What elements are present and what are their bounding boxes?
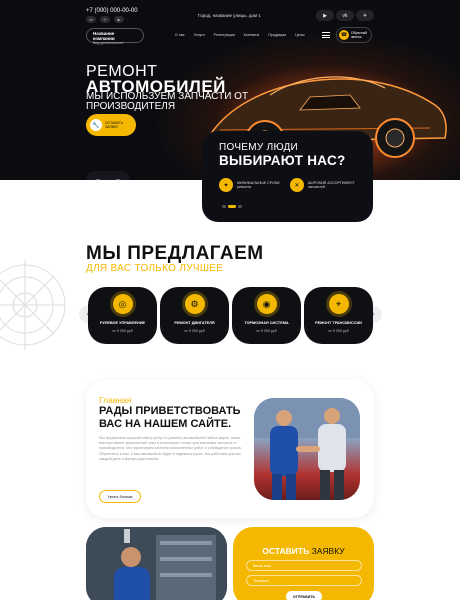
- why-us-card: ПОЧЕМУ ЛЮДИ ВЫБИРАЮТ НАС? ✦ МИНИМАЛЬНЫЕ …: [202, 131, 373, 222]
- gear-background-image: [0, 260, 66, 350]
- slider-dot[interactable]: [222, 205, 226, 208]
- service-name: ТОРМОЗНАЯ СИСТЕМА: [244, 321, 289, 325]
- why-feature: ✕ ШИРОКИЙ АССОРТИМЕНТ запчастей: [290, 178, 355, 192]
- why-title-2: ВЫБИРАЮТ НАС?: [219, 153, 346, 168]
- service-card[interactable]: ◉ ТОРМОЗНАЯ СИСТЕМА от 9 000 руб: [232, 287, 301, 344]
- slider-dots: [222, 205, 242, 208]
- vk-icon[interactable]: vk: [336, 10, 354, 21]
- brake-icon: ◉: [256, 294, 277, 314]
- slider-dot[interactable]: [238, 205, 242, 208]
- service-price: от 9 000 руб: [184, 329, 205, 333]
- submit-button[interactable]: ОТПРАВИТЬ: [286, 591, 322, 600]
- hero-slider-arrows: ← →: [86, 171, 130, 180]
- arrow-left-icon[interactable]: ←: [95, 176, 102, 181]
- youtube-icon[interactable]: ▶: [316, 10, 334, 21]
- service-name: РЕМОНТ ТРАНСМИССИИ: [315, 321, 362, 325]
- header-address: Город, название улицы, дом 1: [198, 13, 261, 18]
- company-name: Название компании: [93, 31, 115, 41]
- nav-item-about[interactable]: О нас: [175, 33, 185, 37]
- phone-input[interactable]: Телефон: [246, 575, 362, 586]
- mechanics-handshake-photo: [254, 398, 360, 500]
- nav-item-services[interactable]: Услуги: [194, 33, 205, 37]
- youtube-icon[interactable]: ▶: [114, 16, 124, 23]
- company-logo[interactable]: Название компании Вид деятельности: [86, 28, 144, 45]
- warehouse-mechanic-photo: [86, 527, 227, 600]
- service-price: от 9 000 руб: [112, 329, 133, 333]
- slider-dot-active[interactable]: [228, 205, 236, 208]
- company-subtitle: Вид деятельности: [93, 41, 124, 45]
- social-icons: vk ✈ ▶: [86, 16, 124, 23]
- steering-icon: ◎: [112, 294, 133, 314]
- hero-subtitle: МЫ ИСПОЛЬЗУЕМ ЗАПЧАСТИ ОТ ПРОИЗВОДИТЕЛЯ: [86, 91, 249, 112]
- why-feature-sub: ремонта: [237, 185, 252, 189]
- service-card[interactable]: ◎ РУЛЕВОЕ УПРАВЛЕНИЕ от 9 000 руб: [88, 287, 157, 344]
- transmission-icon: ⌖: [328, 294, 349, 314]
- callback-button[interactable]: ☎ Обратный звонок: [336, 27, 372, 43]
- service-price: от 9 000 руб: [256, 329, 277, 333]
- wrench-icon: ✦: [219, 178, 233, 192]
- engine-icon: ⚙: [184, 294, 205, 314]
- service-name: РУЛЕВОЕ УПРАВЛЕНИЕ: [100, 321, 145, 325]
- header-phone[interactable]: +7 (000) 000-00-00: [86, 8, 138, 14]
- breadcrumb[interactable]: Главная: [99, 395, 131, 405]
- offers-subtitle: ДЛЯ ВАС ТОЛЬКО ЛУЧШЕЕ: [86, 263, 224, 274]
- telegram-icon[interactable]: ✈: [356, 10, 374, 21]
- tools-icon: ✕: [290, 178, 304, 192]
- nav-item-prices[interactable]: Цены: [295, 33, 304, 37]
- nav-item-registration[interactable]: Регистрация: [214, 33, 235, 37]
- name-input[interactable]: Ваше имя: [246, 560, 362, 571]
- callback-label-2: звонок: [351, 35, 362, 39]
- telegram-icon[interactable]: ✈: [100, 16, 110, 23]
- main-nav: О нас Услуги Регистрация Контакты Продук…: [175, 33, 304, 37]
- why-title-1: ПОЧЕМУ ЛЮДИ: [219, 142, 299, 153]
- service-card[interactable]: ⚙ РЕМОНТ ДВИГАТЕЛЯ от 9 000 руб: [160, 287, 229, 344]
- nav-item-products[interactable]: Продукция: [268, 33, 286, 37]
- wrench-icon: 🔧: [90, 119, 102, 131]
- nav-item-contacts[interactable]: Контакты: [244, 33, 260, 37]
- form-title-light: ЗАЯВКУ: [311, 546, 345, 556]
- service-card[interactable]: ⌖ РЕМОНТ ТРАНСМИССИИ от 9 000 руб: [304, 287, 373, 344]
- learn-more-button[interactable]: Узнать больше: [99, 490, 141, 503]
- phone-icon: ☎: [339, 30, 349, 40]
- offers-title: МЫ ПРЕДЛАГАЕМ: [86, 243, 264, 264]
- mechanics-illustration: [254, 398, 360, 500]
- warehouse-illustration: [86, 527, 227, 600]
- why-feature: ✦ МИНИМАЛЬНЫЕ СРОКИ ремонта: [219, 178, 280, 192]
- menu-icon[interactable]: [322, 32, 330, 38]
- cta-label-2: ЗАЯВКУ: [105, 125, 119, 129]
- why-feature-sub: запчастей: [308, 185, 325, 189]
- service-name: РЕМОНТ ДВИГАТЕЛЯ: [174, 321, 215, 325]
- form-title: ОСТАВИТЬ ЗАЯВКУ: [233, 546, 374, 556]
- form-title-bold: ОСТАВИТЬ: [262, 546, 310, 556]
- vk-icon[interactable]: vk: [86, 16, 96, 23]
- service-price: от 9 000 руб: [328, 329, 349, 333]
- welcome-body: Мы предлагаем широкий спектр услуг по ре…: [99, 436, 242, 461]
- hero-cta-button[interactable]: 🔧 ОСТАВИТЬ ЗАЯВКУ: [86, 114, 136, 136]
- arrow-right-icon[interactable]: →: [114, 176, 121, 181]
- welcome-title: РАДЫ ПРИВЕТСТВОВАТЬ ВАС НА НАШЕМ САЙТЕ.: [99, 405, 241, 430]
